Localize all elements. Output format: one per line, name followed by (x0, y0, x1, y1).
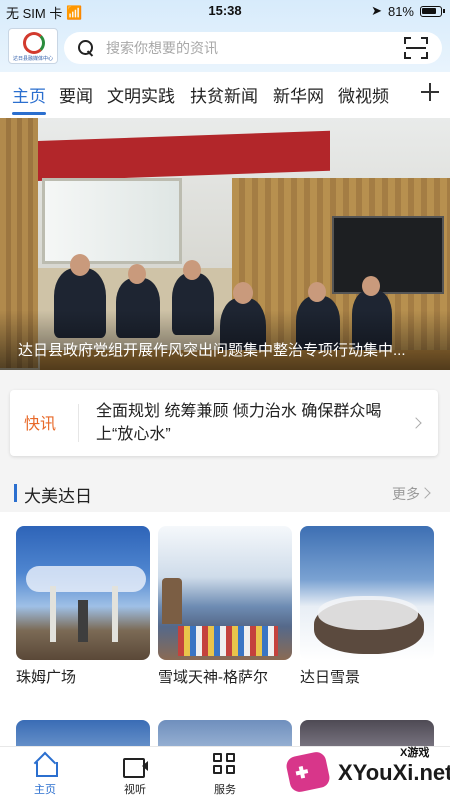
watermark-small-text: X游戏 (400, 747, 430, 759)
search-input[interactable]: 搜索你想要的资讯 (106, 38, 404, 58)
search-icon (78, 40, 94, 56)
site-watermark: X游戏 XYouXi.net (284, 744, 450, 800)
gamepad-icon (284, 750, 332, 794)
section-header: 大美达日 更多 (0, 474, 450, 512)
battery-icon (420, 5, 445, 17)
hero-photo-person (233, 282, 253, 304)
chevron-right-icon[interactable] (419, 487, 431, 499)
search-bar[interactable]: 搜索你想要的资讯 (64, 32, 442, 64)
hero-photo-person (128, 264, 146, 284)
section-accent-bar (14, 484, 17, 502)
scenic-card[interactable]: 珠姆广场 (16, 526, 150, 688)
scenic-card[interactable]: 达日雪景 (300, 526, 434, 688)
tab-news[interactable]: 要闻 (59, 82, 93, 107)
scan-icon[interactable] (404, 37, 428, 59)
scenic-card[interactable]: 雪域天神-格萨尔 (158, 526, 292, 688)
tab-home[interactable]: 主页 (12, 82, 46, 107)
add-channel-icon[interactable] (420, 82, 440, 102)
hero-caption[interactable]: 达日县政府党组开展作风突出问题集中整治专项行动集中... (18, 339, 428, 360)
app-header: 无 SIM 卡 📶 15:38 ➤ 81% 达日县融媒体中心 搜索你想要的资讯 (0, 0, 450, 72)
status-right: ➤ 81% (371, 3, 445, 19)
grid-icon (212, 753, 238, 777)
scenic-card-image (16, 526, 150, 660)
chevron-right-icon (410, 417, 422, 429)
home-icon (32, 753, 58, 777)
watermark-domain: XYouXi.net (338, 760, 450, 785)
nav-services-label: 服务 (214, 784, 236, 796)
app-logo[interactable]: 达日县融媒体中心 (8, 28, 58, 64)
scenic-card-title: 达日雪景 (300, 669, 361, 686)
hero-photo-person (183, 260, 201, 280)
nav-av[interactable]: 视听 (100, 753, 170, 797)
hero-photo-person (362, 276, 380, 296)
flash-news-headline[interactable]: 全面规划 统筹兼顾 倾力治水 确保群众喝上“放心水” (96, 400, 396, 446)
nav-home-label: 主页 (34, 784, 56, 796)
active-tab-indicator (12, 112, 46, 115)
status-bar: 无 SIM 卡 📶 15:38 ➤ 81% (0, 0, 450, 22)
logo-emblem (23, 32, 45, 54)
nav-services[interactable]: 服务 (190, 753, 260, 797)
nav-av-label: 视听 (124, 784, 146, 796)
video-icon (122, 753, 148, 778)
hero-photo-person (308, 282, 326, 302)
hero-banner[interactable]: 达日县政府党组开展作风突出问题集中整治专项行动集中... (0, 118, 450, 370)
scenic-card-image (158, 526, 292, 660)
flash-news-tag: 快讯 (24, 416, 57, 433)
section-title: 大美达日 (24, 487, 92, 506)
scenic-card-title: 雪域天神-格萨尔 (158, 669, 268, 686)
scenic-card-title: 珠姆广场 (16, 669, 77, 686)
scenic-card-image (300, 526, 434, 660)
channel-tabs: 主页 要闻 文明实践 扶贫新闻 新华网 微视频 (0, 72, 450, 118)
flash-news-divider (78, 404, 79, 442)
logo-text: 达日县融媒体中心 (12, 56, 53, 62)
tab-poverty-news[interactable]: 扶贫新闻 (190, 82, 258, 107)
hero-photo-screen (332, 216, 444, 294)
flash-news-card[interactable]: 快讯 全面规划 统筹兼顾 倾力治水 确保群众喝上“放心水” (10, 390, 438, 456)
location-icon: ➤ (371, 3, 382, 18)
section-more-link[interactable]: 更多 (392, 484, 420, 504)
tab-xinhua[interactable]: 新华网 (273, 82, 324, 107)
tab-micro-video[interactable]: 微视频 (338, 82, 389, 107)
tab-civilization[interactable]: 文明实践 (107, 82, 175, 107)
hero-photo-person (70, 254, 90, 276)
nav-home[interactable]: 主页 (10, 753, 80, 797)
battery-percent: 81% (387, 3, 414, 19)
hero-photo-window (42, 178, 182, 264)
